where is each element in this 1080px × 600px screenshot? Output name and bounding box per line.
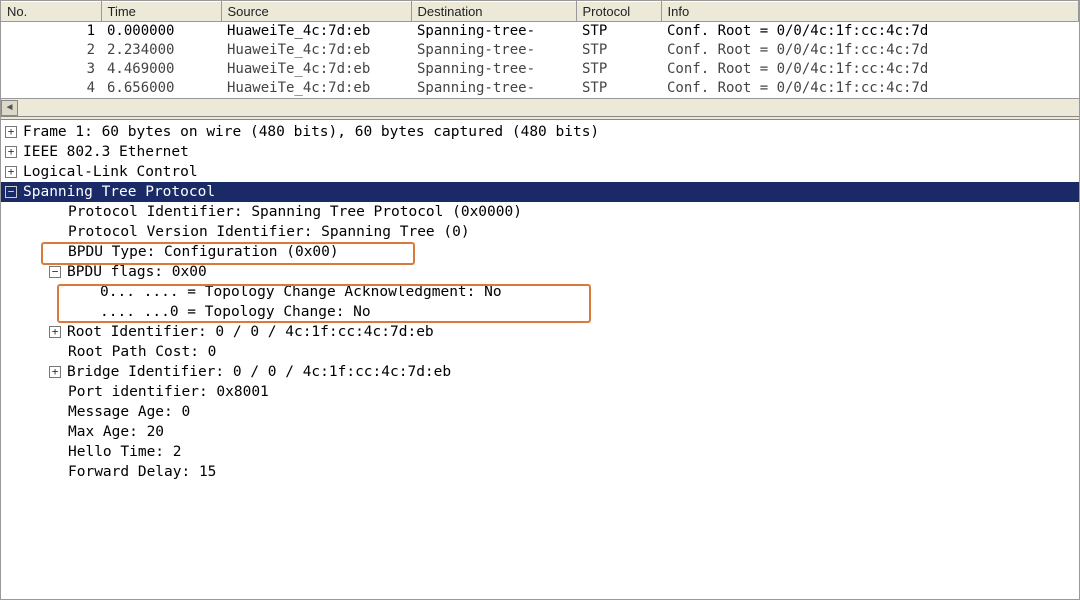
tree-item-port-identifier[interactable]: Port identifier: 0x8001 bbox=[1, 382, 1079, 402]
tree-label: IEEE 802.3 Ethernet bbox=[23, 142, 189, 162]
tree-label: Bridge Identifier: 0 / 0 / 4c:1f:cc:4c:7… bbox=[67, 362, 451, 382]
tree-label: BPDU Type: Configuration (0x00) bbox=[68, 242, 339, 262]
cell-destination: Spanning-tree- bbox=[411, 22, 576, 42]
cell-source: HuaweiTe_4c:7d:eb bbox=[221, 41, 411, 60]
tree-label: Logical-Link Control bbox=[23, 162, 198, 182]
packet-details-pane: + Frame 1: 60 bytes on wire (480 bits), … bbox=[1, 120, 1079, 599]
col-header-protocol[interactable]: Protocol bbox=[576, 2, 661, 22]
tree-label: Protocol Version Identifier: Spanning Tr… bbox=[68, 222, 470, 242]
tree-item-forward-delay[interactable]: Forward Delay: 15 bbox=[1, 462, 1079, 482]
tree-label: Hello Time: 2 bbox=[68, 442, 182, 462]
tree-item-protocol-version[interactable]: Protocol Version Identifier: Spanning Tr… bbox=[1, 222, 1079, 242]
tree-label: Protocol Identifier: Spanning Tree Proto… bbox=[68, 202, 522, 222]
cell-no: 2 bbox=[1, 41, 101, 60]
packet-table: No. Time Source Destination Protocol Inf… bbox=[1, 1, 1079, 98]
tree-item-root-identifier[interactable]: + Root Identifier: 0 / 0 / 4c:1f:cc:4c:7… bbox=[1, 322, 1079, 342]
tree-label: .... ...0 = Topology Change: No bbox=[100, 302, 371, 322]
packet-row[interactable]: 2 2.234000 HuaweiTe_4c:7d:eb Spanning-tr… bbox=[1, 41, 1079, 60]
cell-protocol: STP bbox=[576, 60, 661, 79]
cell-no: 3 bbox=[1, 60, 101, 79]
tree-label: Root Identifier: 0 / 0 / 4c:1f:cc:4c:7d:… bbox=[67, 322, 434, 342]
col-header-time[interactable]: Time bbox=[101, 2, 221, 22]
tree-label: Spanning Tree Protocol bbox=[23, 182, 215, 202]
tree-item-bpdu-flags[interactable]: − BPDU flags: 0x00 bbox=[1, 262, 1079, 282]
tree-label: Root Path Cost: 0 bbox=[68, 342, 216, 362]
cell-time: 0.000000 bbox=[101, 22, 221, 42]
cell-time: 2.234000 bbox=[101, 41, 221, 60]
cell-time: 6.656000 bbox=[101, 79, 221, 98]
packet-row[interactable]: 4 6.656000 HuaweiTe_4c:7d:eb Spanning-tr… bbox=[1, 79, 1079, 98]
cell-source: HuaweiTe_4c:7d:eb bbox=[221, 60, 411, 79]
tree-item-bpdu-type[interactable]: BPDU Type: Configuration (0x00) bbox=[1, 242, 1079, 262]
col-header-info[interactable]: Info bbox=[661, 2, 1079, 22]
tree-label: Port identifier: 0x8001 bbox=[68, 382, 269, 402]
tree-item-ieee-8023[interactable]: + IEEE 802.3 Ethernet bbox=[1, 142, 1079, 162]
cell-destination: Spanning-tree- bbox=[411, 41, 576, 60]
cell-destination: Spanning-tree- bbox=[411, 79, 576, 98]
expand-icon[interactable]: + bbox=[5, 146, 17, 158]
cell-protocol: STP bbox=[576, 79, 661, 98]
expand-icon[interactable]: + bbox=[5, 126, 17, 138]
tree-item-stp[interactable]: − Spanning Tree Protocol bbox=[1, 182, 1079, 202]
tree-item-flag-tc[interactable]: .... ...0 = Topology Change: No bbox=[1, 302, 1079, 322]
tree-label: Frame 1: 60 bytes on wire (480 bits), 60… bbox=[23, 122, 599, 142]
packet-list-pane: No. Time Source Destination Protocol Inf… bbox=[1, 1, 1079, 116]
tree-item-llc[interactable]: + Logical-Link Control bbox=[1, 162, 1079, 182]
tree-item-max-age[interactable]: Max Age: 20 bbox=[1, 422, 1079, 442]
cell-info: Conf. Root = 0/0/4c:1f:cc:4c:7d bbox=[661, 22, 1079, 42]
cell-no: 4 bbox=[1, 79, 101, 98]
tree-label: Message Age: 0 bbox=[68, 402, 190, 422]
cell-no: 1 bbox=[1, 22, 101, 42]
tree-label: Forward Delay: 15 bbox=[68, 462, 216, 482]
packet-row[interactable]: 3 4.469000 HuaweiTe_4c:7d:eb Spanning-tr… bbox=[1, 60, 1079, 79]
cell-destination: Spanning-tree- bbox=[411, 60, 576, 79]
table-header-row: No. Time Source Destination Protocol Inf… bbox=[1, 2, 1079, 22]
expand-icon[interactable]: + bbox=[5, 166, 17, 178]
expand-icon[interactable]: + bbox=[49, 366, 61, 378]
packet-row[interactable]: 1 0.000000 HuaweiTe_4c:7d:eb Spanning-tr… bbox=[1, 22, 1079, 42]
col-header-no[interactable]: No. bbox=[1, 2, 101, 22]
cell-protocol: STP bbox=[576, 22, 661, 42]
tree-label: 0... .... = Topology Change Acknowledgme… bbox=[100, 282, 502, 302]
collapse-icon[interactable]: − bbox=[5, 186, 17, 198]
tree-item-root-path-cost[interactable]: Root Path Cost: 0 bbox=[1, 342, 1079, 362]
collapse-icon[interactable]: − bbox=[49, 266, 61, 278]
packet-list-hscrollbar[interactable]: ◄ bbox=[1, 98, 1079, 116]
cell-source: HuaweiTe_4c:7d:eb bbox=[221, 22, 411, 42]
tree-item-bridge-identifier[interactable]: + Bridge Identifier: 0 / 0 / 4c:1f:cc:4c… bbox=[1, 362, 1079, 382]
cell-time: 4.469000 bbox=[101, 60, 221, 79]
col-header-destination[interactable]: Destination bbox=[411, 2, 576, 22]
cell-info: Conf. Root = 0/0/4c:1f:cc:4c:7d bbox=[661, 79, 1079, 98]
cell-info: Conf. Root = 0/0/4c:1f:cc:4c:7d bbox=[661, 60, 1079, 79]
col-header-source[interactable]: Source bbox=[221, 2, 411, 22]
tree-item-hello-time[interactable]: Hello Time: 2 bbox=[1, 442, 1079, 462]
tree-item-frame[interactable]: + Frame 1: 60 bytes on wire (480 bits), … bbox=[1, 122, 1079, 142]
cell-source: HuaweiTe_4c:7d:eb bbox=[221, 79, 411, 98]
wireshark-window: No. Time Source Destination Protocol Inf… bbox=[0, 0, 1080, 600]
scroll-left-icon[interactable]: ◄ bbox=[1, 100, 18, 116]
tree-item-flag-tca[interactable]: 0... .... = Topology Change Acknowledgme… bbox=[1, 282, 1079, 302]
tree-item-protocol-identifier[interactable]: Protocol Identifier: Spanning Tree Proto… bbox=[1, 202, 1079, 222]
expand-icon[interactable]: + bbox=[49, 326, 61, 338]
tree-label: Max Age: 20 bbox=[68, 422, 164, 442]
tree-item-message-age[interactable]: Message Age: 0 bbox=[1, 402, 1079, 422]
tree-label: BPDU flags: 0x00 bbox=[67, 262, 207, 282]
cell-protocol: STP bbox=[576, 41, 661, 60]
cell-info: Conf. Root = 0/0/4c:1f:cc:4c:7d bbox=[661, 41, 1079, 60]
